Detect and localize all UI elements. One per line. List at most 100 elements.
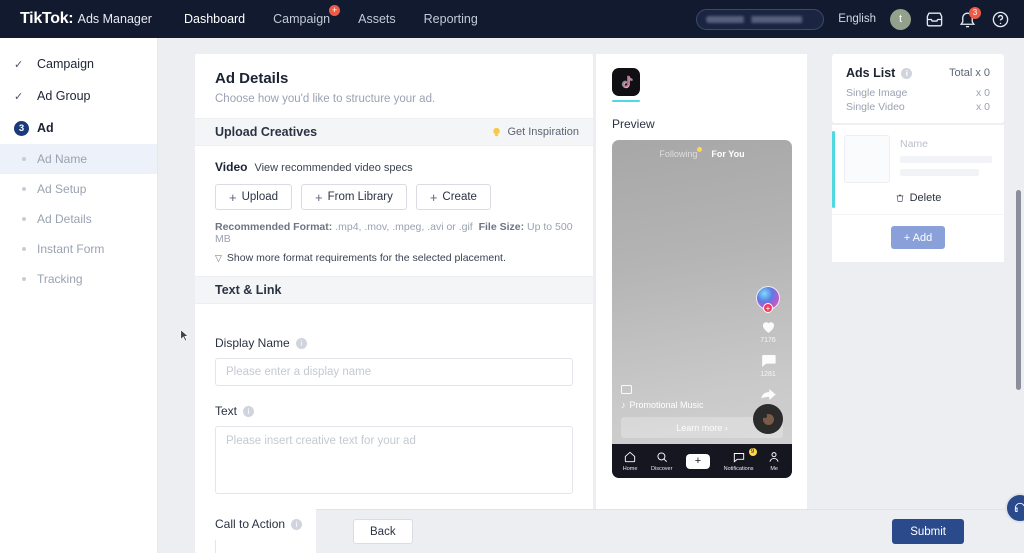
sidebar-item-tracking[interactable]: Tracking [0, 264, 157, 294]
like-button[interactable]: 7176 [759, 317, 778, 344]
delete-ad-button[interactable]: Delete [844, 192, 992, 204]
show-more-format-requirements-link[interactable]: ▽ Show more format requirements for the … [215, 252, 573, 276]
add-ad-button[interactable]: + Add [891, 226, 945, 249]
call-to-action-label: Call to Action [215, 517, 286, 531]
preview-tab-underline [612, 100, 640, 102]
sidebar-step-ad[interactable]: 3 Ad [0, 112, 157, 144]
form-footer: Back Submit [316, 509, 1024, 553]
text-link-section-header: Text & Link [195, 276, 593, 304]
music-label: Promotional Music [629, 400, 704, 410]
chevron-double-down-icon: ▽ [215, 252, 222, 263]
bullet-icon [22, 157, 26, 161]
mouse-cursor [180, 329, 189, 342]
creative-text-input[interactable] [215, 426, 573, 494]
record-disc-icon [753, 404, 783, 434]
comment-count: 1281 [760, 371, 776, 378]
account-name-blurred [706, 15, 815, 23]
phone-nav-discover[interactable]: Discover [651, 450, 672, 472]
sidebar-item-ad-setup-label: Ad Setup [37, 182, 87, 196]
tiktok-note-icon [612, 68, 640, 96]
phone-nav-notifications[interactable]: 9 Notifications [723, 448, 757, 472]
form-header: Ad Details Choose how you'd like to stru… [195, 54, 593, 118]
nav-item-dashboard-label: Dashboard [183, 12, 246, 26]
back-button[interactable]: Back [353, 519, 413, 544]
language-selector[interactable]: English [838, 13, 876, 25]
lightbulb-icon [493, 127, 501, 136]
step-number-badge: 3 [14, 120, 29, 136]
sidebar-item-tracking-label: Tracking [37, 272, 83, 286]
phone-nav-me[interactable]: Me [767, 450, 781, 472]
get-inspiration-link[interactable]: Get Inspiration [491, 126, 579, 138]
sidebar-item-instant-form-label: Instant Form [37, 242, 105, 256]
sidebar-step-ad-group-label: Ad Group [37, 89, 91, 103]
plus-icon: + [429, 189, 438, 205]
single-image-count: x 0 [975, 87, 990, 99]
home-icon [624, 451, 636, 463]
nav-item-assets[interactable]: Assets [358, 12, 396, 26]
ads-list-summary: Ads List i Total x 0 Single Image x 0 Si… [832, 54, 1004, 123]
upload-creatives-section-header: Upload Creatives Get Inspiration [195, 118, 593, 146]
live-dot-icon [697, 147, 703, 152]
info-icon[interactable]: i [901, 67, 913, 79]
avatar-follow-icon[interactable]: + [756, 286, 780, 313]
left-sidebar: ✓ Campaign ✓ Ad Group 3 Ad Ad Name Ad Se… [0, 38, 158, 553]
creative-source-buttons: + Upload + From Library + Create [215, 184, 573, 210]
brand-logo[interactable]: TikTok : Ads Manager [20, 10, 152, 28]
phone-nav-notifications-label: Notifications [723, 466, 754, 472]
chat-support-icon [1014, 502, 1024, 512]
display-name-label: Display Name [215, 336, 290, 350]
plus-icon: + [686, 453, 711, 469]
show-more-label: Show more format requirements for the se… [226, 252, 506, 264]
account-selector[interactable] [696, 8, 825, 30]
info-icon[interactable]: i [243, 405, 255, 417]
sidebar-item-instant-form[interactable]: Instant Form [0, 234, 157, 264]
phone-tab-following[interactable]: Following [659, 147, 703, 159]
ads-list-item-thumbnail [844, 135, 890, 183]
bullet-icon [22, 277, 26, 281]
delete-label: Delete [909, 192, 942, 204]
ads-list-title-row: Ads List i [846, 66, 913, 80]
info-icon[interactable]: i [291, 518, 303, 530]
display-name-label-row: Display Name i [215, 336, 573, 350]
display-name-input[interactable] [215, 358, 573, 386]
plus-icon: + [229, 189, 237, 205]
comment-icon [761, 354, 776, 367]
sidebar-step-campaign-label: Campaign [37, 57, 94, 71]
create-button[interactable]: + Create [415, 184, 491, 210]
help-icon[interactable] [991, 10, 1010, 29]
message-icon [733, 453, 744, 463]
ads-list-title: Ads List [846, 66, 896, 80]
upload-button[interactable]: + Upload [215, 184, 293, 210]
info-icon[interactable]: i [295, 337, 307, 349]
like-count: 7176 [760, 337, 776, 344]
upload-button-label: Upload [241, 191, 279, 203]
comment-button[interactable]: 1281 [759, 351, 778, 378]
bell-icon[interactable]: 3 [958, 6, 981, 29]
sidebar-step-ad-group[interactable]: ✓ Ad Group [0, 80, 157, 112]
nav-item-campaign[interactable]: Campaign + [273, 5, 341, 26]
sidebar-step-campaign[interactable]: ✓ Campaign [0, 48, 157, 80]
sidebar-item-ad-setup[interactable]: Ad Setup [0, 174, 157, 204]
video-specs-link[interactable]: View recommended video specs [254, 162, 412, 174]
from-library-button[interactable]: + From Library [301, 184, 407, 210]
phone-tab-for-you[interactable]: For You [711, 149, 744, 159]
sidebar-item-ad-name[interactable]: Ad Name [0, 144, 157, 174]
phone-nav-create[interactable]: + [686, 453, 711, 469]
check-icon: ✓ [14, 90, 24, 103]
ads-list-total: Total x 0 [949, 67, 990, 79]
trash-icon [896, 194, 903, 202]
placeholder-bar [900, 169, 980, 176]
vertical-scrollbar[interactable] [1016, 190, 1021, 390]
submit-button[interactable]: Submit [892, 519, 964, 544]
nav-item-reporting[interactable]: Reporting [424, 12, 478, 26]
inbox-icon[interactable] [925, 10, 944, 29]
avatar[interactable]: t [890, 8, 911, 30]
nav-item-dashboard[interactable]: Dashboard [184, 12, 245, 26]
nav-item-reporting-label: Reporting [423, 12, 478, 26]
phone-nav-home[interactable]: Home [623, 450, 637, 472]
sidebar-item-ad-details[interactable]: Ad Details [0, 204, 157, 234]
ads-list-panel: Ads List i Total x 0 Single Image x 0 Si… [832, 54, 1004, 262]
ad-details-form-panel: Ad Details Choose how you'd like to stru… [195, 54, 593, 553]
video-label-row: Video View recommended video specs [215, 160, 573, 174]
ads-list-item[interactable]: Name Delete [832, 124, 1004, 214]
